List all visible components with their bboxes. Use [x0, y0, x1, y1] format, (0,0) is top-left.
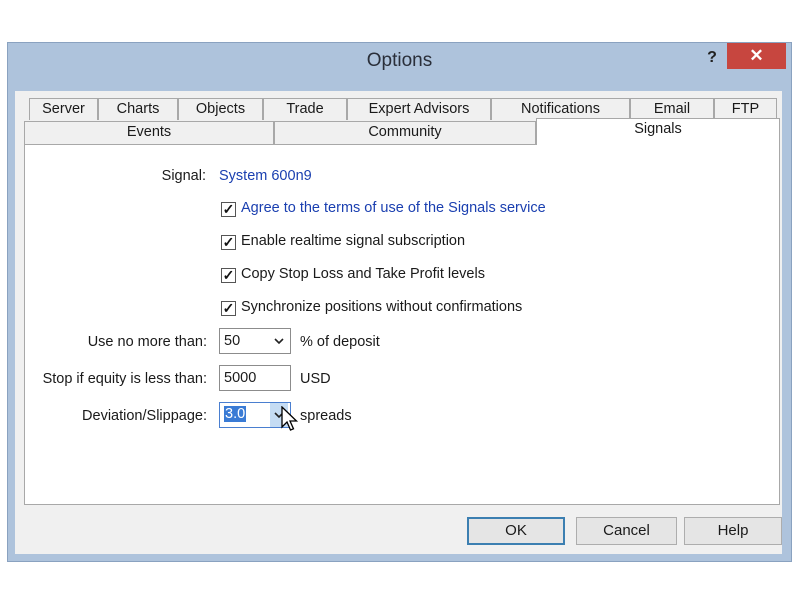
tab-ftp[interactable]: FTP — [714, 98, 777, 120]
tab-expert-advisors[interactable]: Expert Advisors — [347, 98, 491, 120]
copy-sl-tp-checkbox[interactable]: ✓ — [221, 268, 236, 283]
deviation-label: Deviation/Slippage: — [82, 408, 207, 424]
deposit-percent-value: 50 — [224, 333, 241, 349]
tab-objects[interactable]: Objects — [178, 98, 263, 120]
enable-realtime-label[interactable]: Enable realtime signal subscription — [241, 233, 465, 249]
help-button[interactable]: Help — [684, 517, 782, 545]
tab-email[interactable]: Email — [630, 98, 714, 120]
deposit-percent-select[interactable]: 50 — [219, 328, 291, 354]
title-bar[interactable]: Options ? ✕ — [8, 43, 791, 79]
tab-community[interactable]: Community — [274, 121, 536, 144]
signal-value: System 600n9 — [219, 168, 312, 184]
synchronize-positions-label[interactable]: Synchronize positions without confirmati… — [241, 299, 522, 315]
dialog-client-area: Server Charts Objects Trade Expert Advis… — [15, 91, 782, 554]
synchronize-positions-checkbox[interactable]: ✓ — [221, 301, 236, 316]
copy-sl-tp-label[interactable]: Copy Stop Loss and Take Profit levels — [241, 266, 485, 282]
signals-panel: Signal: System 600n9 ✓ Agree to the term… — [24, 144, 780, 505]
stop-equity-input[interactable]: 5000 — [219, 365, 291, 391]
tab-events[interactable]: Events — [24, 121, 274, 144]
mouse-pointer-icon — [281, 405, 299, 437]
stop-equity-suffix: USD — [300, 371, 331, 387]
stop-equity-value: 5000 — [224, 370, 257, 386]
checkmark-icon: ✓ — [222, 300, 235, 316]
deposit-suffix: % of deposit — [300, 334, 380, 350]
tab-server[interactable]: Server — [29, 98, 98, 120]
help-title-button[interactable]: ? — [698, 45, 726, 71]
ok-button[interactable]: OK — [467, 517, 565, 545]
tab-charts[interactable]: Charts — [98, 98, 178, 120]
agree-terms-checkbox[interactable]: ✓ — [221, 202, 236, 217]
agree-terms-label[interactable]: Agree to the terms of use of the Signals… — [241, 200, 546, 216]
cancel-button[interactable]: Cancel — [576, 517, 677, 545]
deviation-suffix: spreads — [300, 408, 352, 424]
tab-signals[interactable]: Signals — [536, 118, 780, 145]
deviation-value: 3.0 — [224, 406, 247, 422]
window-title: Options — [366, 50, 433, 71]
tab-notifications[interactable]: Notifications — [491, 98, 630, 120]
chevron-down-icon[interactable] — [270, 329, 288, 353]
stop-equity-label: Stop if equity is less than: — [42, 371, 207, 387]
signal-label: Signal: — [161, 168, 206, 184]
checkmark-icon: ✓ — [222, 267, 235, 283]
options-dialog: Options ? ✕ Server Charts Objects Trade … — [7, 42, 792, 562]
close-button[interactable]: ✕ — [727, 43, 786, 69]
checkmark-icon: ✓ — [222, 234, 235, 250]
use-no-more-label: Use no more than: — [87, 334, 207, 350]
tab-trade[interactable]: Trade — [263, 98, 347, 120]
checkmark-icon: ✓ — [222, 201, 235, 217]
enable-realtime-checkbox[interactable]: ✓ — [221, 235, 236, 250]
